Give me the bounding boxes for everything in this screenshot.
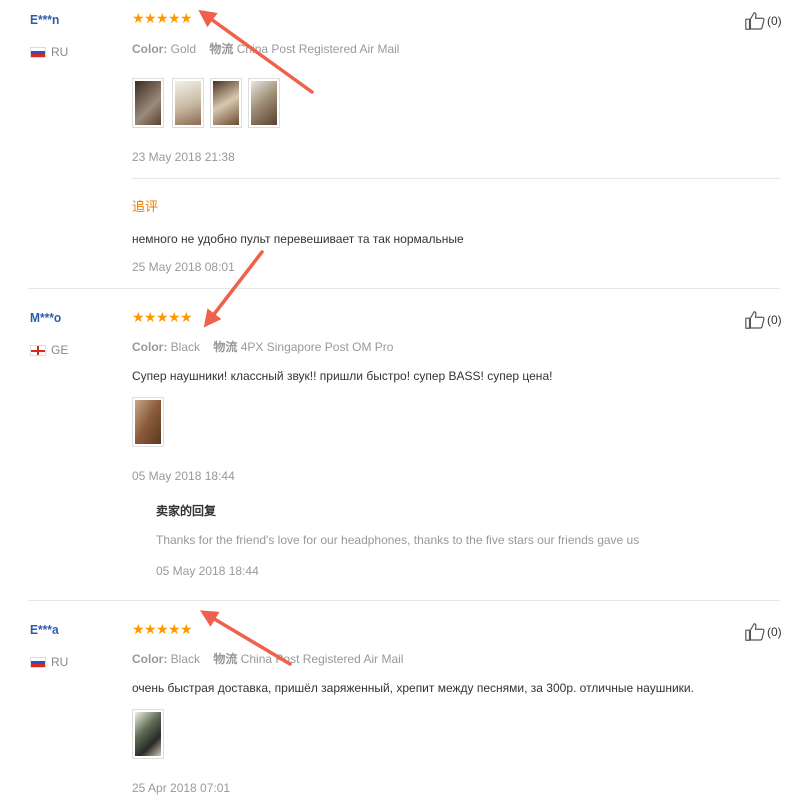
star-rating: ★ ★ ★ ★ ★	[132, 309, 193, 325]
shipping-value: 4PX Singapore Post OM Pro	[240, 340, 394, 354]
divider	[132, 178, 780, 179]
star-icon: ★	[168, 309, 181, 325]
annotation-arrows	[198, 9, 314, 666]
seller-reply-text: Thanks for the friend's love for our hea…	[156, 533, 640, 547]
seller-reply-title: 卖家的回复	[156, 504, 217, 518]
star-icon: ★	[156, 309, 169, 325]
russia-flag-icon	[30, 656, 46, 668]
star-icon: ★	[144, 10, 157, 26]
order-info: Color: Black 物流 China Post Registered Ai…	[132, 650, 403, 667]
star-icon: ★	[180, 309, 193, 325]
review-photo[interactable]	[172, 78, 204, 128]
country-code: RU	[51, 45, 69, 59]
russia-flag-icon	[30, 46, 46, 58]
helpful-button[interactable]: (0)	[744, 309, 782, 331]
star-icon: ★	[156, 10, 169, 26]
star-icon: ★	[156, 621, 169, 637]
color-label: Color:	[132, 42, 168, 56]
color-label: Color:	[132, 340, 168, 354]
review-date: 23 May 2018 21:38	[132, 150, 235, 164]
review-divider	[28, 288, 780, 289]
helpful-button[interactable]: (0)	[744, 10, 782, 32]
shipping-value: China Post Registered Air Mail	[240, 652, 404, 666]
color-value: Black	[170, 340, 201, 354]
star-icon: ★	[144, 621, 157, 637]
helpful-count: (0)	[767, 625, 782, 639]
georgia-flag-icon	[30, 344, 46, 356]
shipping-label: 物流	[209, 42, 234, 56]
review-text: очень быстрая доставка, пришёл заряженны…	[132, 681, 694, 695]
reviewer-name[interactable]: M***o	[30, 310, 61, 325]
star-icon: ★	[168, 621, 181, 637]
star-icon: ★	[168, 10, 181, 26]
color-value: Gold	[170, 42, 197, 56]
review-divider	[28, 600, 780, 601]
thumbs-up-icon	[745, 311, 765, 329]
reviewer-name[interactable]: E***a	[30, 622, 59, 637]
review-date: 25 Apr 2018 07:01	[132, 781, 231, 795]
review-photo[interactable]	[210, 78, 242, 128]
star-rating: ★ ★ ★ ★ ★	[132, 10, 193, 26]
seller-reply-date: 05 May 2018 18:44	[156, 564, 259, 578]
color-label: Color:	[132, 652, 168, 666]
review-photo[interactable]	[132, 709, 164, 759]
order-info: Color: Black 物流 4PX Singapore Post OM Pr…	[132, 338, 393, 355]
reviewer-name[interactable]: E***n	[30, 12, 59, 27]
reviewer-country: RU	[30, 45, 68, 59]
shipping-label: 物流	[213, 652, 238, 666]
thumbs-up-icon	[745, 12, 765, 30]
additional-feedback-text: немного не удобно пульт перевешивает та …	[132, 232, 464, 246]
additional-feedback-title: 追评	[132, 199, 159, 214]
star-icon: ★	[180, 621, 193, 637]
reviewer-country: GE	[30, 343, 68, 357]
color-value: Black	[170, 652, 201, 666]
star-icon: ★	[132, 621, 145, 637]
review-photo[interactable]	[248, 78, 280, 128]
review-text: Супер наушники! классный звук!! пришли б…	[132, 369, 553, 383]
star-rating: ★ ★ ★ ★ ★	[132, 621, 193, 637]
thumbs-up-icon	[745, 623, 765, 641]
review-photo[interactable]	[132, 78, 164, 128]
helpful-button[interactable]: (0)	[744, 621, 782, 643]
star-icon: ★	[180, 10, 193, 26]
helpful-count: (0)	[767, 313, 782, 327]
star-icon: ★	[132, 10, 145, 26]
reviewer-country: RU	[30, 655, 68, 669]
star-icon: ★	[144, 309, 157, 325]
additional-feedback-date: 25 May 2018 08:01	[132, 260, 235, 274]
review-photo[interactable]	[132, 397, 164, 447]
shipping-value: China Post Registered Air Mail	[236, 42, 400, 56]
helpful-count: (0)	[767, 14, 782, 28]
review-date: 05 May 2018 18:44	[132, 469, 235, 483]
order-info: Color: Gold 物流 China Post Registered Air…	[132, 40, 399, 57]
shipping-label: 物流	[213, 340, 238, 354]
country-code: RU	[51, 655, 69, 669]
country-code: GE	[51, 343, 69, 357]
star-icon: ★	[132, 309, 145, 325]
